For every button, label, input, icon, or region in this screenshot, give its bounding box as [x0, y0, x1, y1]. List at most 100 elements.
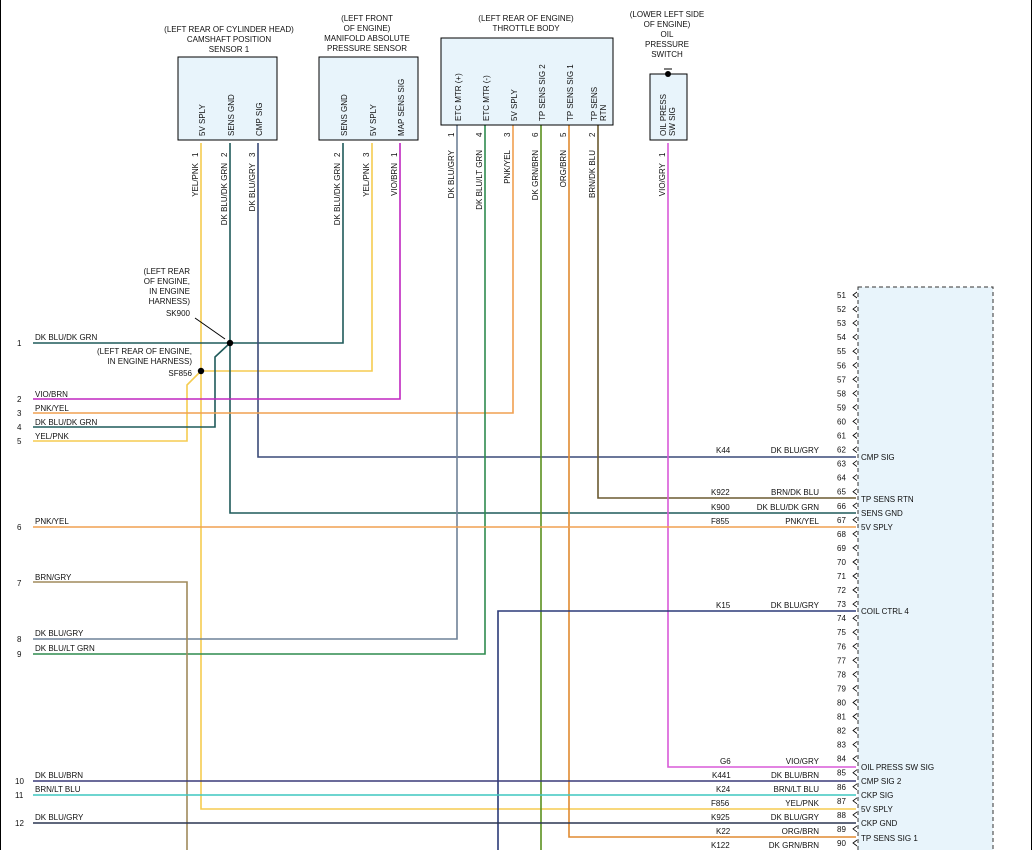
map-pin1-wire: VIO/BRN [390, 163, 399, 196]
left-wire-12-label: DK BLU/GRY [35, 813, 84, 822]
pcm-pin-numbers: 51 52 53 54 55 56 57 58 59 60 61 62 63 64 65 66 67 68 69 70… [837, 291, 858, 848]
map-heading-line-4: PRESSURE SENSOR [327, 44, 407, 53]
pcm-pin-terminal [852, 544, 858, 552]
oil-heading-line-2: OF ENGINE) [644, 20, 691, 29]
wire-color-labels: YEL/PNK DK BLU/DK GRN DK BLU/GRY DK BLU/… [191, 149, 667, 225]
pcm-wire-73: DK BLU/GRY [771, 601, 820, 610]
cmp-pin1-name: 5V SPLY [198, 103, 207, 136]
pcm-wire-84: VIO/GRY [786, 757, 820, 766]
pcm-wire-62: DK BLU/GRY [771, 446, 820, 455]
wire-etc-mtr-neg [33, 125, 486, 655]
pcm-wire-87: YEL/PNK [785, 799, 819, 808]
pcm-pin-terminal [852, 825, 858, 833]
wire-etc-mtr-pos [33, 125, 458, 640]
pcm-pin-90: 90 [837, 839, 846, 848]
left-wire-4-num: 4 [17, 423, 22, 432]
pcm-pin-53: 53 [837, 319, 846, 328]
pcm-pin-84: 84 [837, 755, 846, 764]
pcm-pin-terminal [852, 305, 858, 313]
oil-pin1-wire: VIO/GRY [658, 162, 667, 196]
pcm-pin-terminal [852, 446, 858, 453]
pcm-pin-80: 80 [837, 699, 846, 708]
left-wire-10-num: 10 [15, 777, 24, 786]
pcm-pin-63: 63 [837, 460, 846, 469]
pcm-pin-terminal [852, 572, 858, 580]
pcm-pin-70: 70 [837, 558, 846, 567]
tb-pin6-num: 6 [531, 132, 540, 137]
pcm-pin-57: 57 [837, 375, 846, 384]
tb-pin3-num: 3 [503, 132, 512, 137]
cmp-pin3-name: CMP SIG [255, 102, 264, 136]
left-wire-9-num: 9 [17, 650, 22, 659]
map-pin2-name: SENS GND [340, 94, 349, 136]
pcm-pin-79: 79 [837, 684, 846, 693]
pcm-pin-terminal [852, 418, 858, 425]
left-wire-8-label: DK BLU/GRY [35, 629, 84, 638]
pcm-pin-terminal [852, 600, 858, 608]
left-wire-5-label: YEL/PNK [35, 432, 69, 441]
left-wire-11-num: 11 [15, 791, 24, 800]
pcm-pin-52: 52 [837, 305, 846, 314]
tb-pin4-num: 4 [475, 132, 484, 137]
tb-pin6-wire: DK GRN/BRN [531, 150, 540, 200]
left-wire-6-num: 6 [17, 523, 22, 532]
pcm-pin-terminal [852, 432, 858, 439]
pcm-func-87: 5V SPLY [861, 805, 894, 814]
left-wire-1-label: DK BLU/DK GRN [35, 333, 97, 342]
pcm-pin-59: 59 [837, 403, 846, 412]
map-heading-line-2: OF ENGINE) [344, 24, 391, 33]
tb-pin1-wire: DK BLU/GRY [447, 149, 456, 198]
cmp-pin1-wire: YEL/PNK [191, 162, 200, 196]
left-wire-10-label: DK BLU/BRN [35, 771, 83, 780]
left-wire-2-label: VIO/BRN [35, 390, 68, 399]
sk900-label-5: SK900 [166, 309, 191, 318]
pcm-pin-68: 68 [837, 530, 846, 539]
pcm-pin-87: 87 [837, 797, 846, 806]
tb-pin3-wire: PNK/YEL [503, 149, 512, 183]
pcm-pin-61: 61 [837, 432, 846, 441]
pcm-circuit-62: K44 [716, 446, 731, 455]
tb-pin5-name: TP SENS SIG 1 [566, 64, 575, 121]
pcm-wire-67: PNK/YEL [785, 517, 819, 526]
pcm-pin-75: 75 [837, 628, 846, 637]
map-pin2-wire: DK BLU/DK GRN [333, 163, 342, 225]
pcm-circuit-85: K441 [712, 771, 731, 780]
left-wire-8-num: 8 [17, 635, 22, 644]
left-wire-5-num: 5 [17, 437, 22, 446]
pcm-pin-72: 72 [837, 586, 846, 595]
pcm-pin-56: 56 [837, 361, 846, 370]
pcm-pin-terminal [852, 375, 858, 383]
wire-5v-sply-pcm87 [200, 371, 856, 810]
pcm-pin-terminal [852, 502, 858, 510]
pcm-func-67: 5V SPLY [861, 523, 894, 532]
oil-heading-line-4: PRESSURE [645, 40, 689, 49]
cmp-heading-line-1: (LEFT REAR OF CYLINDER HEAD) [164, 25, 294, 34]
pcm-pin-62: 62 [837, 446, 846, 455]
pcm-func-88: CKP GND [861, 819, 898, 828]
pcm-pin-54: 54 [837, 333, 846, 342]
pcm-wire-65: BRN/DK BLU [771, 488, 819, 497]
wire-map-sens-gnd [230, 143, 344, 344]
pcm-pin-terminal [852, 685, 858, 692]
pcm-pin-terminal [852, 741, 858, 748]
tb-pin4-name: ETC MTR (-) [482, 75, 491, 121]
tb-pin2-wire: BRN/DK BLU [588, 150, 597, 198]
pcm-pin-terminal [852, 586, 858, 594]
pcm-pin-terminal [852, 671, 858, 678]
splice-sk900-leader [194, 317, 226, 340]
left-wire-3-num: 3 [17, 409, 22, 418]
splice-labels: (LEFT REAR OF ENGINE, IN ENGINE HARNESS)… [97, 267, 193, 378]
pcm-pin-terminal [852, 642, 858, 650]
map-pin3-name: 5V SPLY [369, 103, 378, 136]
pcm-pin-71: 71 [837, 572, 846, 581]
tb-pin1-name: ETC MTR (+) [454, 73, 463, 121]
pcm-pin-terminal [852, 488, 858, 496]
pcm-pin-89: 89 [837, 825, 846, 834]
pcm-pin-terminal [852, 460, 858, 467]
pcm-pin-60: 60 [837, 417, 846, 426]
pcm-pin-83: 83 [837, 741, 846, 750]
pcm-pin-85: 85 [837, 769, 846, 778]
tb-heading-line-1: (LEFT REAR OF ENGINE) [478, 14, 574, 23]
tb-heading-line-2: THROTTLE BODY [492, 24, 560, 33]
cmp-heading-line-3: SENSOR 1 [209, 45, 250, 54]
